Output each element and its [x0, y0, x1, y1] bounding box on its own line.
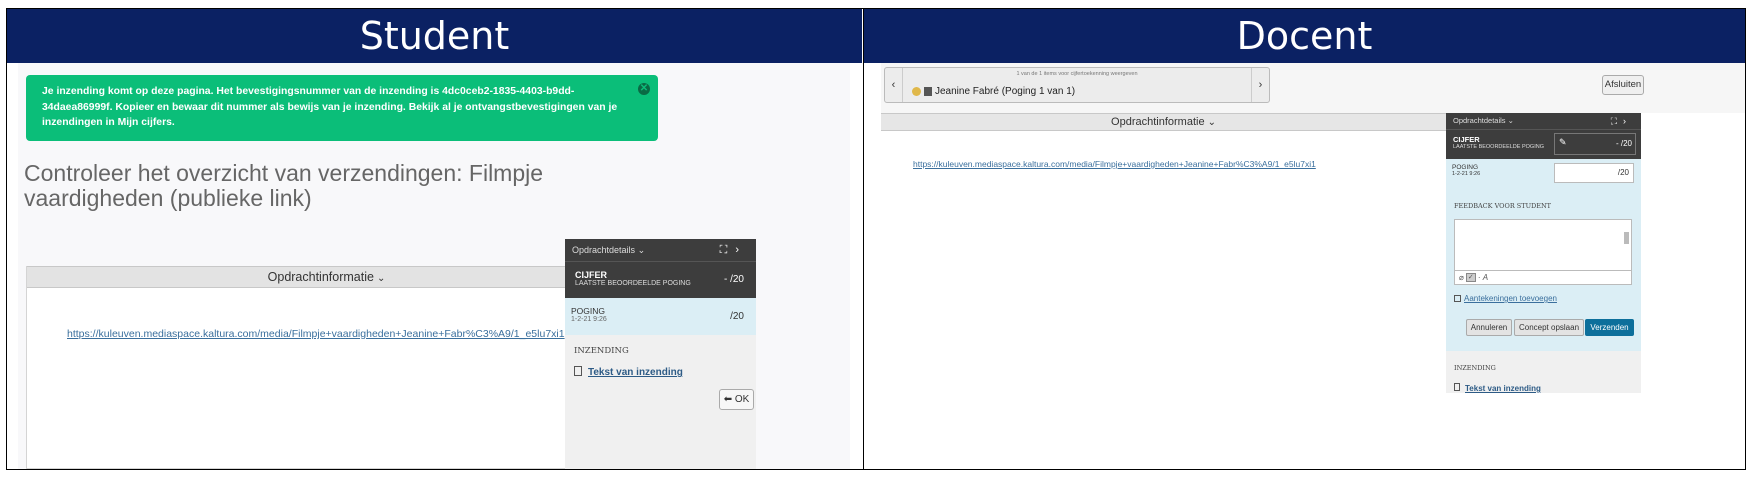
paperclip-icon[interactable]: ⌀ [1459, 273, 1464, 282]
feedback-scrollbar[interactable] [1623, 222, 1630, 268]
chevron-down-icon: ⌄ [1507, 116, 1514, 125]
submission-text-row: Tekst van inzending [574, 362, 683, 380]
grade-score: - /20 [723, 274, 744, 285]
feedback-label: FEEDBACK VOOR STUDENT [1454, 202, 1552, 210]
feedback-textarea[interactable] [1454, 219, 1632, 271]
student-panel: Student Je inzending komt op deze pagina… [7, 9, 862, 469]
next-student-button[interactable]: › [1251, 68, 1269, 102]
submission-text-link[interactable]: Tekst van inzending [1465, 384, 1541, 393]
page-title: Controleer het overzicht van verzendinge… [24, 160, 544, 211]
submission-label: INZENDING [1454, 364, 1496, 372]
item-count: 1 van de 1 items voor cijfertoekenning w… [1016, 71, 1138, 77]
pencil-icon: ✎ [1559, 137, 1567, 147]
assignment-details-title: Opdrachtdetails [572, 245, 636, 255]
grading-toolbar: ‹ 1 van de 1 items voor cijfertoekenning… [881, 63, 1745, 113]
expand-icon[interactable]: ⛶ [720, 244, 736, 256]
chevron-down-icon: ⌄ [1207, 117, 1216, 128]
docent-panel: Docent ‹ 1 van de 1 items voor cijfertoe… [863, 9, 1745, 469]
assignment-details-title: Opdrachtdetails [1453, 116, 1506, 125]
text-style-icon[interactable]: A [1483, 273, 1488, 282]
chevron-right-icon[interactable]: › [735, 244, 747, 256]
user-icon [924, 86, 932, 96]
assignment-info-label: Opdrachtinformatie [1111, 116, 1205, 128]
close-button[interactable]: Afsluiten [1602, 75, 1644, 95]
chevron-right-icon[interactable]: › [1623, 116, 1632, 126]
assignment-details-sidebar: Opdrachtdetails ⌄ ⛶› CIJFER LAATSTE BEOO… [1446, 113, 1641, 393]
attempt-grading-section: POGING 1-2-21 9:26 /20 FEEDBACK VOOR STU… [1446, 159, 1641, 351]
assignment-details-sidebar: Opdrachtdetails ⌄ ⛶› CIJFER LAATSTE BEOO… [565, 239, 756, 469]
smile-icon [912, 86, 921, 96]
assignment-info-panel: Opdrachtinformatie ⌄ https://kuleuven.med… [26, 266, 627, 469]
grade-label: CIJFER [575, 270, 608, 280]
grade-sublabel: LAATSTE BEOORDEELDE POGING [575, 280, 691, 287]
close-icon[interactable]: ✕ [638, 83, 650, 95]
cancel-button[interactable]: Annuleren [1466, 319, 1512, 336]
assignment-info-header[interactable]: Opdrachtinformatie ⌄ [881, 113, 1446, 131]
save-draft-button[interactable]: Concept opslaan [1514, 319, 1584, 336]
spellcheck-icon[interactable]: ✓ [1465, 273, 1476, 283]
feedback-toolbar: ⌀ ✓ · A [1454, 271, 1632, 285]
assignment-details-header[interactable]: Opdrachtdetails ⌄ ⛶› [1446, 113, 1641, 129]
document-icon [1454, 382, 1460, 391]
attempt-date: 1-2-21 9:26 [1452, 171, 1481, 177]
annotations-row: Aantekeningen toevoegen [1454, 294, 1557, 303]
grade-section: CIJFER LAATSTE BEOORDEELDE POGING - /20 [565, 261, 756, 298]
attempt-info: POGING 1-2-21 9:26 [1452, 164, 1480, 177]
student-heading: Student [7, 9, 862, 63]
document-icon [574, 365, 582, 376]
ok-button[interactable]: ⬅ OK [719, 389, 754, 410]
assignment-info-panel: Opdrachtinformatie ⌄ https://kuleuven.med… [881, 113, 1446, 393]
calendar-icon [1454, 295, 1461, 303]
media-link[interactable]: https://kuleuven.mediaspace.kaltura.com/… [67, 328, 565, 340]
attempt-date: 1-2-21 9:26 [571, 316, 607, 323]
ok-label: OK [734, 394, 750, 405]
attempt-label: POGING [571, 306, 606, 316]
submission-text-row: Tekst van inzending [1454, 378, 1541, 396]
submission-label: INZENDING [574, 346, 629, 356]
grading-page: ‹ 1 van de 1 items voor cijfertoekenning… [881, 63, 1745, 469]
student-name[interactable]: Jeanine Fabré (Poging 1 van 1) [912, 86, 1075, 97]
student-attempt-label: Jeanine Fabré (Poging 1 van 1) [935, 86, 1076, 97]
add-annotations-link[interactable]: Aantekeningen toevoegen [1464, 294, 1557, 303]
attempt-section[interactable]: POGING 1-2-21 9:26 /20 [565, 298, 756, 335]
assignment-details-header[interactable]: Opdrachtdetails ⌄ ⛶› [565, 239, 756, 261]
chevron-down-icon: ⌄ [637, 245, 646, 255]
arrow-left-icon: ⬅ [723, 394, 735, 405]
student-page: Je inzending komt op deze pagina. Het be… [18, 63, 850, 469]
media-link[interactable]: https://kuleuven.mediaspace.kaltura.com/… [913, 159, 1316, 169]
assignment-info-label: Opdrachtinformatie [267, 270, 374, 284]
success-banner: Je inzending komt op deze pagina. Het be… [26, 75, 658, 141]
comparison-frame: Student Je inzending komt op deze pagina… [6, 8, 1746, 470]
attempt-label: POGING [1452, 164, 1479, 171]
chevron-down-icon: ⌄ [376, 273, 386, 284]
grade-section: CIJFER LAATSTE BEOORDEELDE POGING ✎ - /2… [1446, 129, 1641, 159]
student-navigator: ‹ 1 van de 1 items voor cijfertoekenning… [884, 67, 1270, 103]
assignment-info-header[interactable]: Opdrachtinformatie ⌄ [27, 266, 626, 288]
docent-heading: Docent [864, 9, 1745, 63]
grade-score: - /20 [1615, 139, 1632, 148]
expand-icon[interactable]: ⛶ [1611, 116, 1623, 126]
submit-button[interactable]: Verzenden [1585, 319, 1634, 336]
success-message: Je inzending komt op deze pagina. Het be… [42, 86, 618, 128]
attempt-score: /20 [1617, 168, 1629, 177]
grade-input[interactable]: ✎ - /20 [1554, 133, 1636, 155]
attempt-score-input[interactable]: /20 [1554, 163, 1634, 183]
submission-text-link[interactable]: Tekst van inzending [588, 367, 683, 378]
attempt-score: /20 [730, 311, 744, 322]
